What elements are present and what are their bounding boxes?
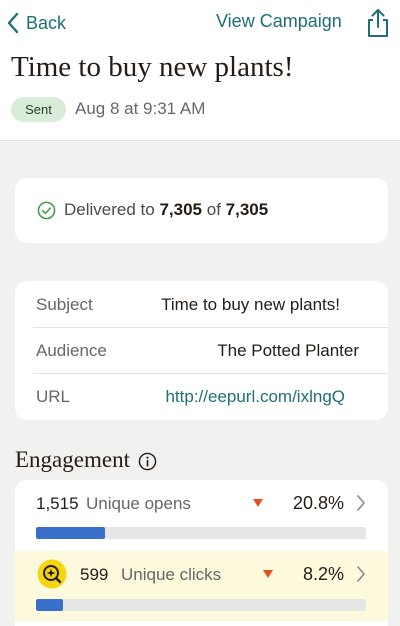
opens-percent: 20.8% [292,493,344,513]
page-title: Time to buy new plants! [11,51,294,83]
back-label: Back [26,12,67,33]
delivered-of: of [206,200,221,219]
delivered-prefix: Delivered to [64,200,155,219]
delivered-total: 7,305 [225,200,269,219]
engagement-card: 1,515 Unique opens 20.8% 599 Unique clic… [15,480,388,626]
clicks-progress-fill [36,599,64,611]
status-badge: Sent [11,97,66,122]
campaign-url-link[interactable]: http://eepurl.com/ixlngQ [165,387,345,407]
url-label: URL [36,387,71,406]
chevron-right-icon [357,566,365,582]
trend-down-icon [253,499,263,507]
check-circle-icon [37,201,56,219]
metric-row-opens[interactable]: 1,515 Unique opens 20.8% [15,480,388,550]
clicks-progress-bar [36,599,366,611]
detail-row-audience: Audience The Potted Planter [15,328,388,374]
back-button[interactable]: Back [6,10,66,36]
campaign-header: Back View Campaign Time to buy new plant… [0,0,400,141]
clicks-percent: 8.2% [302,564,344,584]
opens-progress-fill [36,527,105,539]
sparkle-search-icon [37,559,67,589]
chevron-right-icon [357,495,365,511]
subject-label: Subject [36,295,93,314]
detail-row-subject: Subject Time to buy new plants! [15,282,388,328]
info-icon[interactable] [138,452,157,471]
metric-row-clicks[interactable]: 599 Unique clicks 8.2% [15,551,388,621]
delivered-count: 7,305 [159,200,202,219]
audience-value: The Potted Planter [217,341,359,360]
engagement-heading: Engagement [15,447,157,473]
opens-label: Unique opens [86,494,191,513]
clicks-count: 599 [80,565,109,584]
detail-row-url: URL http://eepurl.com/ixlngQ [15,374,388,420]
opens-progress-bar [36,527,366,539]
subject-value: Time to buy new plants! [161,295,340,314]
audience-label: Audience [36,341,107,360]
opens-count: 1,515 [36,494,79,513]
engagement-title: Engagement [15,447,130,472]
sent-date: Aug 8 at 9:31 AM [75,99,206,118]
share-icon[interactable] [364,7,392,39]
delivery-status: Delivered to 7,305 of 7,305 [37,200,268,220]
view-campaign-link[interactable]: View Campaign [216,11,342,32]
trend-down-icon [263,570,273,578]
clicks-label: Unique clicks [121,565,222,584]
campaign-details-card: Subject Time to buy new plants! Audience… [15,281,388,420]
delivery-summary-card: Delivered to 7,305 of 7,305 [15,178,388,243]
chevron-left-icon [7,12,19,34]
